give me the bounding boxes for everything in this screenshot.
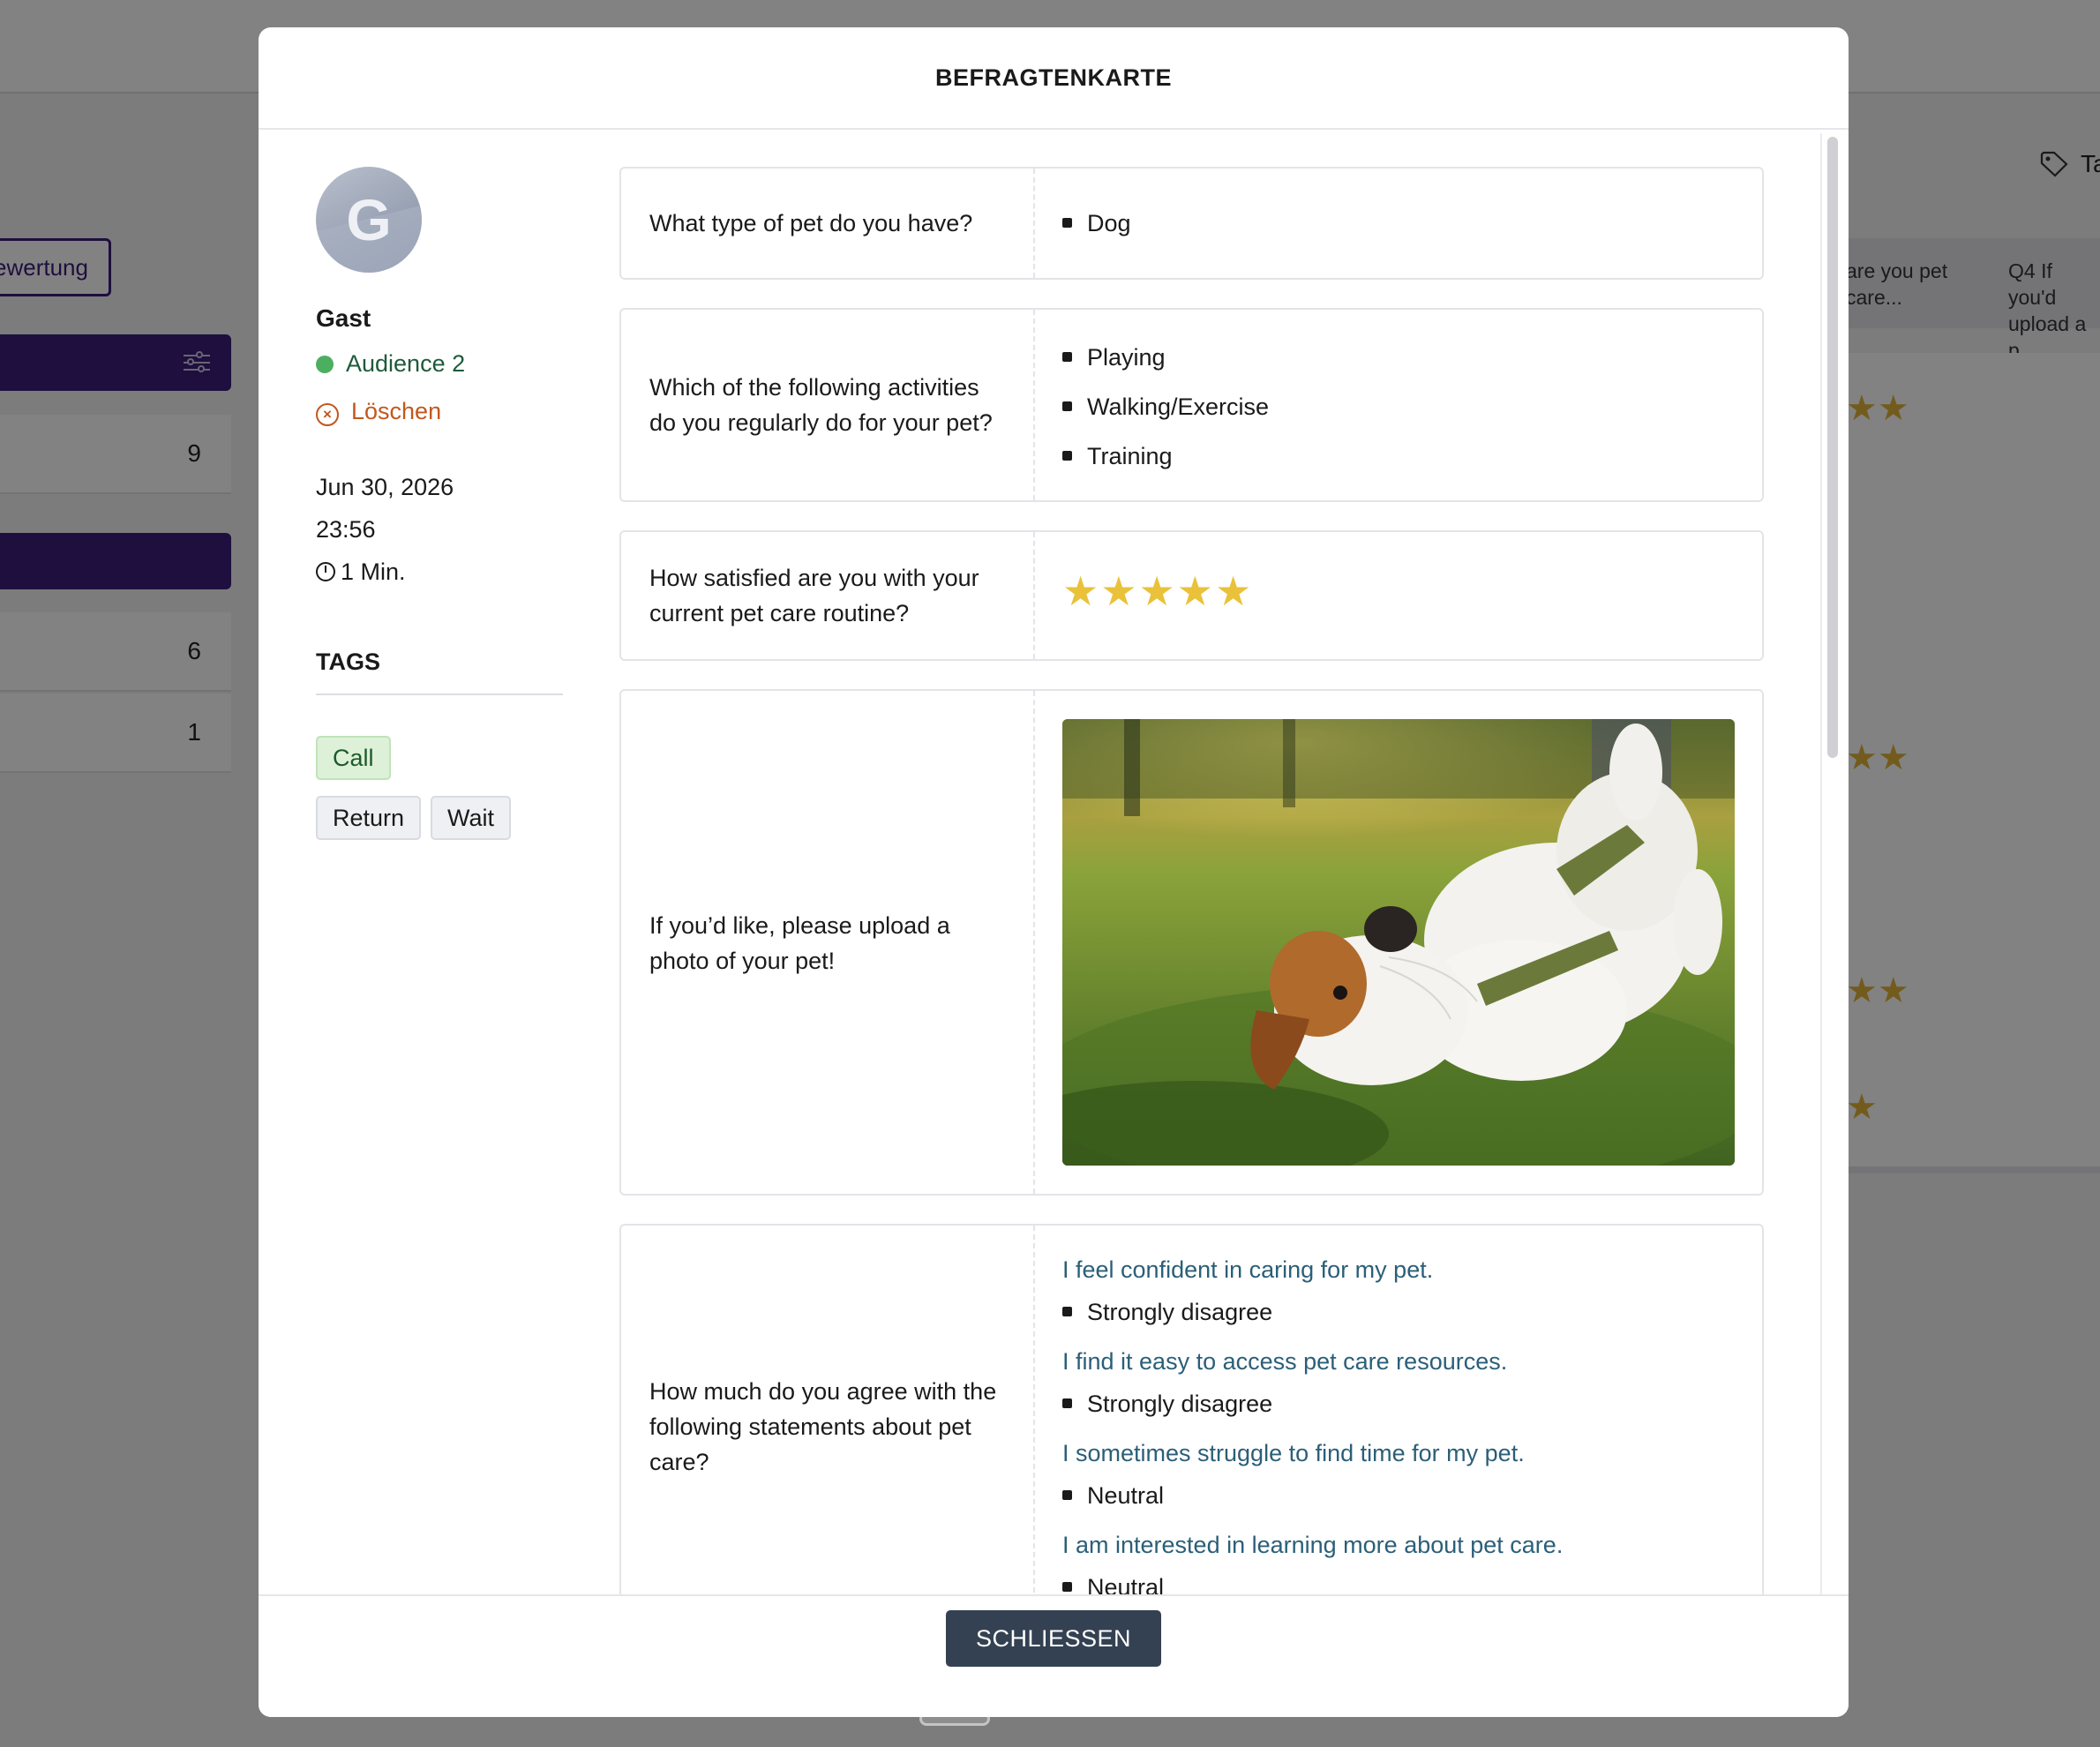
statement-list: I feel confident in caring for my pet. S…: [1062, 1248, 1736, 1594]
question-text: How much do you agree with the following…: [649, 1378, 997, 1475]
bullet-icon: [1062, 352, 1072, 362]
bullet-icon: [1062, 1490, 1072, 1500]
answer-list: Playing Walking/Exercise Training: [1062, 333, 1736, 481]
tag-call[interactable]: Call: [316, 736, 391, 780]
answer-item: Dog: [1062, 199, 1736, 248]
modal-body: G Gast Audience 2 × Löschen Jun 30, 2026 …: [259, 131, 1849, 1594]
answer-item: Playing: [1062, 333, 1736, 382]
statement-answer: Neutral: [1062, 1474, 1736, 1517]
statement-answer: Strongly disagree: [1062, 1383, 1736, 1425]
close-button[interactable]: SCHLIESSEN: [946, 1610, 1161, 1667]
tag-return[interactable]: Return: [316, 796, 422, 840]
star-rating: ★★★★★: [1062, 567, 1736, 615]
modal-header: BEFRAGTENKARTE: [259, 27, 1849, 130]
modal-title: BEFRAGTENKARTE: [935, 64, 1172, 91]
dog-photo-image: [1062, 719, 1735, 1166]
user-name: Gast: [316, 304, 371, 332]
x-circle-icon: ×: [316, 403, 339, 426]
avatar: G: [316, 167, 422, 273]
question-card: How much do you agree with the following…: [619, 1224, 1764, 1594]
star-icon: ★: [1215, 568, 1252, 614]
answer-item: Walking/Exercise: [1062, 382, 1736, 431]
response-date: Jun 30, 2026: [316, 474, 454, 500]
respondent-card-modal: BEFRAGTENKARTE G Gast Audience 2 × Lösche…: [259, 27, 1849, 1717]
tags-heading: TAGS: [316, 649, 563, 695]
bullet-icon: [1062, 1398, 1072, 1408]
tag-wait[interactable]: Wait: [431, 796, 511, 840]
dog-photo[interactable]: [1062, 719, 1735, 1166]
response-time: 23:56: [316, 516, 376, 543]
star-icon: ★: [1062, 568, 1099, 614]
bullet-icon: [1062, 218, 1072, 228]
bullet-icon: [1062, 451, 1072, 461]
response-duration: 1 Min.: [316, 559, 406, 586]
statement-text: I feel confident in caring for my pet.: [1062, 1256, 1434, 1283]
question-card: What type of pet do you have? Dog: [619, 167, 1764, 280]
question-card: If you’d like, please upload a photo of …: [619, 689, 1764, 1196]
status-dot-icon: [316, 356, 334, 373]
question-card: How satisfied are you with your current …: [619, 530, 1764, 661]
delete-button[interactable]: × Löschen: [316, 398, 441, 426]
bullet-icon: [1062, 1307, 1072, 1316]
answer-list: Dog: [1062, 199, 1736, 248]
statement-text: I am interested in learning more about p…: [1062, 1532, 1564, 1558]
star-icon: ★: [1100, 568, 1137, 614]
question-text: What type of pet do you have?: [649, 210, 973, 236]
timer-icon: [316, 562, 335, 581]
question-text: Which of the following activities do you…: [649, 374, 993, 436]
bullet-icon: [1062, 401, 1072, 411]
scrollbar[interactable]: [1820, 133, 1840, 1594]
star-icon: ★: [1176, 568, 1213, 614]
question-text: If you’d like, please upload a photo of …: [649, 912, 950, 974]
star-icon: ★: [1138, 568, 1175, 614]
audience-label: Audience 2: [316, 350, 465, 378]
answer-item: Training: [1062, 431, 1736, 481]
statement-text: I find it easy to access pet care resour…: [1062, 1348, 1508, 1375]
statement-text: I sometimes struggle to find time for my…: [1062, 1440, 1525, 1466]
statement-answer: Strongly disagree: [1062, 1291, 1736, 1333]
bullet-icon: [1062, 1582, 1072, 1592]
question-text: How satisfied are you with your current …: [649, 565, 979, 626]
question-card: Which of the following activities do you…: [619, 308, 1764, 502]
modal-footer: SCHLIESSEN: [259, 1594, 1849, 1717]
statement-answer: Neutral: [1062, 1566, 1736, 1594]
scrollbar-thumb[interactable]: [1827, 137, 1838, 758]
